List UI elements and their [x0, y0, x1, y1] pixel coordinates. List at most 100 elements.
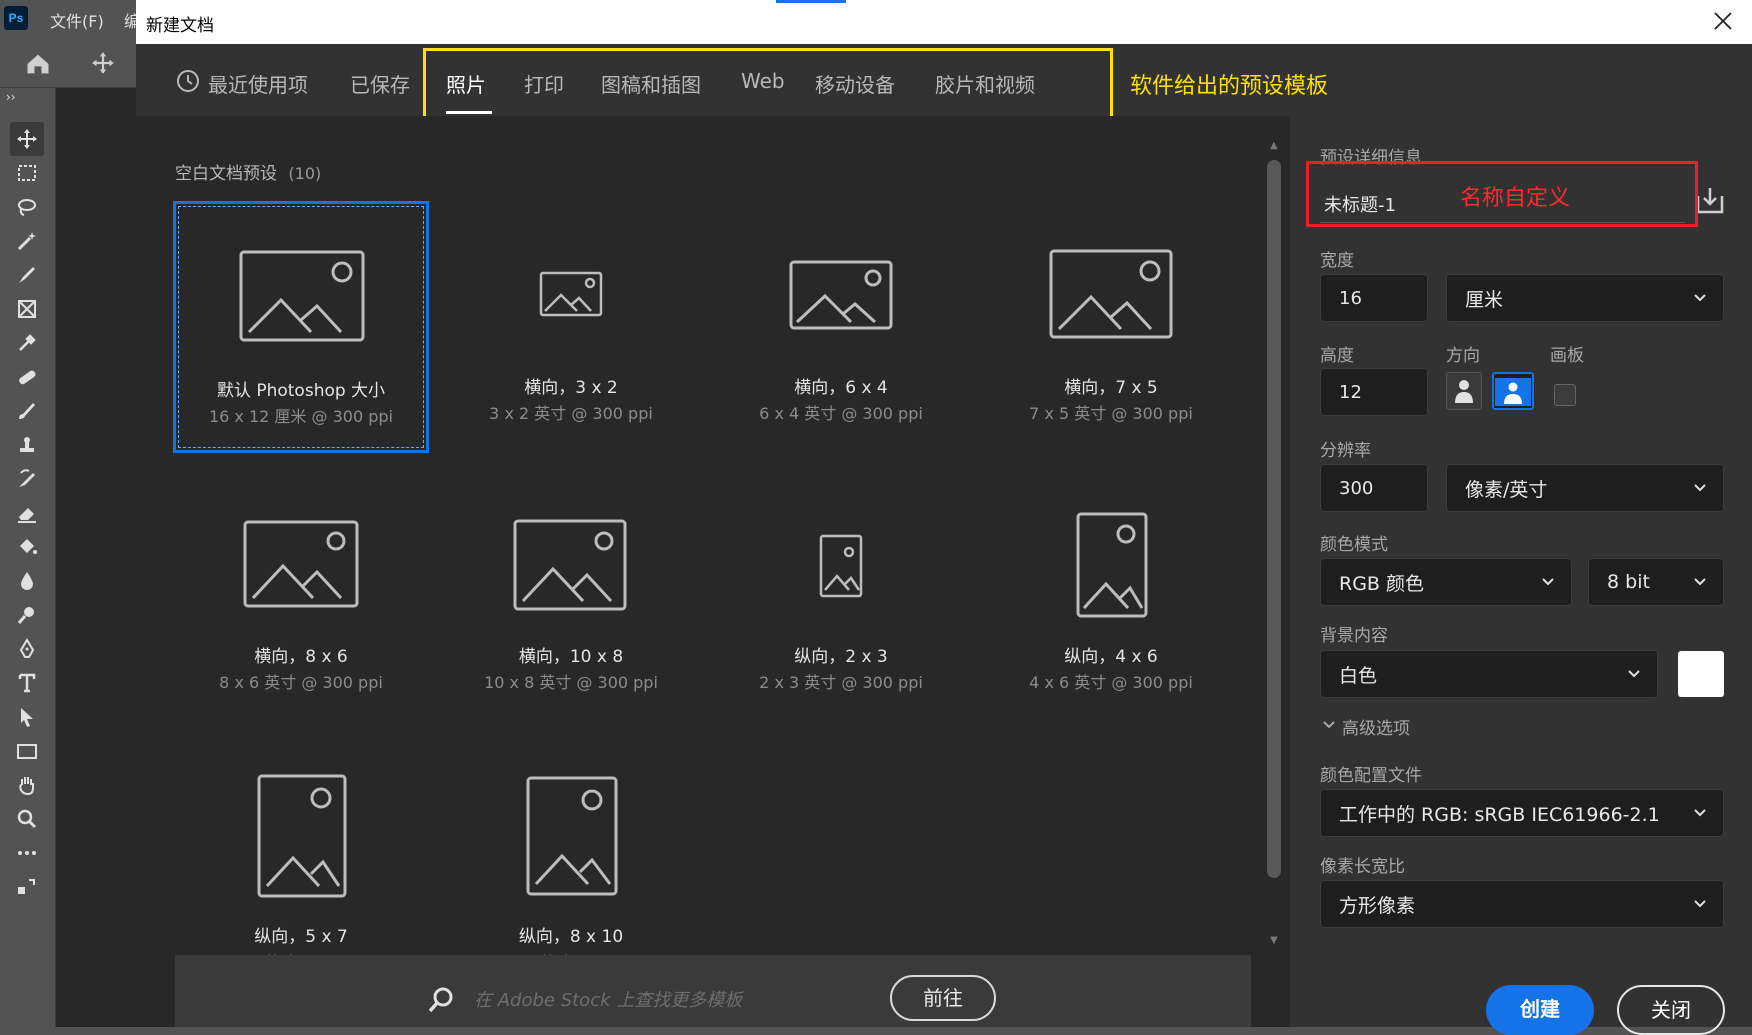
bit-depth-value: 8 bit: [1607, 571, 1650, 593]
tab-recent[interactable]: 最近使用项: [208, 69, 308, 98]
name-custom-annotation: 名称自定义: [1460, 186, 1571, 211]
more-tools-icon[interactable]: [10, 836, 44, 870]
orientation-portrait-button[interactable]: [1446, 372, 1482, 410]
color-mode-value: RGB 颜色: [1339, 572, 1424, 595]
options-bar: [0, 36, 140, 88]
titlebar-accent: [776, 0, 846, 3]
preset-card[interactable]: 纵向，2 x 3 2 x 3 英寸 @ 300 ppi: [713, 472, 969, 724]
type-tool-icon[interactable]: [10, 666, 44, 700]
preset-card[interactable]: 纵向，4 x 6 4 x 6 英寸 @ 300 ppi: [983, 472, 1239, 724]
chevron-down-icon: [1628, 670, 1640, 678]
width-input[interactable]: 16: [1320, 274, 1428, 322]
color-mode-select[interactable]: RGB 颜色: [1320, 558, 1572, 606]
scroll-up-icon[interactable]: ▲: [1270, 140, 1278, 151]
pixel-aspect-label: 像素长宽比: [1320, 857, 1405, 877]
background-select[interactable]: 白色: [1320, 650, 1658, 698]
close-button[interactable]: 关闭: [1617, 985, 1725, 1035]
preset-spec: 7 x 5 英寸 @ 300 ppi: [1029, 404, 1193, 423]
swap-colors-icon[interactable]: [10, 870, 44, 904]
preset-spec: 8 x 6 英寸 @ 300 ppi: [219, 673, 383, 692]
chevron-down-icon: [1694, 578, 1706, 586]
width-label: 宽度: [1320, 251, 1354, 271]
scrollbar-thumb[interactable]: [1267, 160, 1281, 878]
pen-tool-icon[interactable]: [10, 632, 44, 666]
zoom-tool-icon[interactable]: [10, 802, 44, 836]
eyedropper-brush-icon[interactable]: [10, 258, 44, 292]
clock-icon: [177, 70, 199, 92]
hand-tool-icon[interactable]: [10, 768, 44, 802]
move-tool-icon[interactable]: [10, 122, 44, 156]
lasso-tool-icon[interactable]: [10, 190, 44, 224]
frame-tool-icon[interactable]: [10, 292, 44, 326]
stamp-tool-icon[interactable]: [10, 428, 44, 462]
artboard-label: 画板: [1550, 346, 1584, 366]
artboard-checkbox[interactable]: [1554, 384, 1576, 406]
chevron-down-icon[interactable]: [1322, 718, 1336, 732]
preset-name: 横向，10 x 8: [518, 647, 624, 667]
preset-card[interactable]: 横向，7 x 5 7 x 5 英寸 @ 300 ppi: [983, 201, 1239, 453]
height-input[interactable]: 12: [1320, 368, 1428, 416]
preset-card[interactable]: 横向，3 x 2 3 x 2 英寸 @ 300 ppi: [443, 201, 699, 453]
preset-name: 纵向，4 x 6: [1064, 647, 1158, 667]
eraser-tool-icon[interactable]: [10, 496, 44, 530]
presets-count: (10): [288, 164, 322, 183]
eyedropper-tool-icon[interactable]: [10, 326, 44, 360]
rectangle-tool-icon[interactable]: [10, 734, 44, 768]
color-profile-select[interactable]: 工作中的 RGB: sRGB IEC61966-2.1: [1320, 789, 1724, 837]
tab-saved[interactable]: 已保存: [350, 69, 410, 98]
scroll-down-icon[interactable]: ▼: [1270, 935, 1278, 946]
stock-search-input[interactable]: 在 Adobe Stock 上查找更多模板: [474, 986, 742, 1012]
move-tool-option-icon[interactable]: [90, 50, 116, 76]
menu-file[interactable]: 文件(F): [50, 8, 104, 32]
portrait-image-icon: [1076, 512, 1148, 618]
landscape-image-icon: [513, 519, 627, 611]
landscape-image-icon: [1049, 249, 1173, 339]
pixel-aspect-value: 方形像素: [1339, 894, 1416, 917]
presets-heading-label: 空白文档预设: [175, 164, 277, 184]
save-preset-icon[interactable]: [1694, 184, 1726, 216]
preset-name: 横向，7 x 5: [1064, 378, 1158, 398]
dodge-tool-icon[interactable]: [10, 598, 44, 632]
width-unit-select[interactable]: 厘米: [1446, 274, 1724, 322]
landscape-image-icon: [239, 250, 365, 342]
preset-card[interactable]: 横向，10 x 8 10 x 8 英寸 @ 300 ppi: [443, 472, 699, 724]
go-button[interactable]: 前往: [890, 975, 996, 1021]
preset-name: 横向，8 x 6: [254, 647, 348, 667]
preset-card[interactable]: 横向，6 x 4 6 x 4 英寸 @ 300 ppi: [713, 201, 969, 453]
path-selection-icon[interactable]: [10, 700, 44, 734]
canvas-area: [56, 88, 140, 1027]
collapse-panel-icon[interactable]: ››: [6, 90, 16, 104]
chevron-down-icon: [1694, 809, 1706, 817]
paint-bucket-icon[interactable]: [10, 530, 44, 564]
advanced-options-toggle[interactable]: 高级选项: [1342, 714, 1410, 739]
search-icon: [428, 987, 453, 1013]
portrait-image-icon: [526, 776, 618, 896]
bit-depth-select[interactable]: 8 bit: [1588, 558, 1724, 606]
home-icon[interactable]: [24, 50, 52, 78]
blur-tool-icon[interactable]: [10, 564, 44, 598]
history-brush-icon[interactable]: [10, 462, 44, 496]
preset-spec: 6 x 4 英寸 @ 300 ppi: [759, 404, 923, 423]
pixel-aspect-select[interactable]: 方形像素: [1320, 880, 1724, 928]
healing-brush-icon[interactable]: [10, 360, 44, 394]
preset-spec: 4 x 6 英寸 @ 300 ppi: [1029, 673, 1193, 692]
orientation-landscape-button[interactable]: [1492, 372, 1534, 410]
close-icon[interactable]: [1712, 10, 1734, 32]
dialog-title: 新建文档: [146, 16, 214, 36]
background-color-swatch[interactable]: [1678, 651, 1724, 697]
preset-card[interactable]: 默认 Photoshop 大小 16 x 12 厘米 @ 300 ppi: [173, 201, 429, 453]
create-button[interactable]: 创建: [1486, 985, 1594, 1035]
landscape-image-icon: [539, 271, 603, 317]
preset-name: 纵向，5 x 7: [254, 927, 348, 947]
chevron-down-icon: [1694, 484, 1706, 492]
height-label: 高度: [1320, 346, 1354, 366]
resolution-unit-select[interactable]: 像素/英寸: [1446, 464, 1724, 512]
resolution-input[interactable]: 300: [1320, 464, 1428, 512]
preset-spec: 10 x 8 英寸 @ 300 ppi: [484, 673, 658, 692]
preset-card[interactable]: 横向，8 x 6 8 x 6 英寸 @ 300 ppi: [173, 472, 429, 724]
magic-wand-icon[interactable]: [10, 224, 44, 258]
chevron-down-icon: [1694, 294, 1706, 302]
marquee-tool-icon[interactable]: [10, 156, 44, 190]
preset-spec: 16 x 12 厘米 @ 300 ppi: [208, 407, 393, 426]
brush-tool-icon[interactable]: [10, 394, 44, 428]
